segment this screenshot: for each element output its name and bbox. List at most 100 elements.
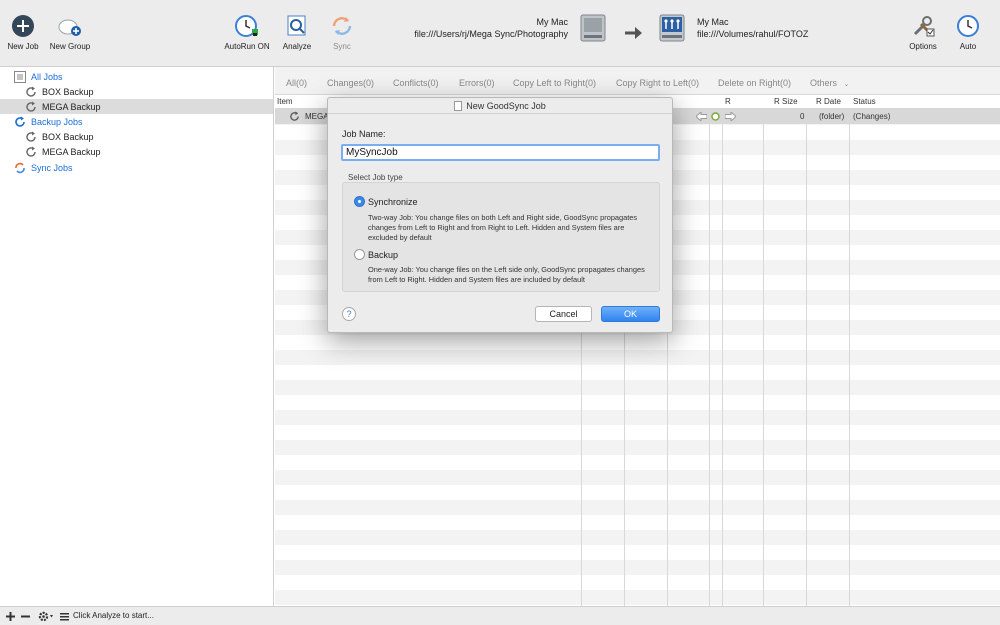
backup-description: One-way Job: You change files on the Lef… [368, 265, 645, 284]
column-divider [849, 95, 850, 606]
list-icon [14, 70, 26, 83]
filter-delete-on-right[interactable]: Delete on Right(0) [718, 78, 791, 88]
toolbar: New Job New Group AutoRun ON Analyze Syn… [0, 0, 1000, 67]
backup-option[interactable]: Backup [354, 249, 398, 260]
sidebar: All Jobs BOX Backup MEGA Backup Backup J… [0, 67, 274, 606]
sync-group-icon [15, 162, 25, 173]
dialog-title: New GoodSync Job [466, 101, 546, 111]
row-r-date: (folder) [819, 112, 845, 121]
gear-icon[interactable] [38, 611, 55, 622]
sidebar-item-label: MEGA Backup [42, 146, 101, 157]
sidebar-item-box-backup[interactable]: BOX Backup [0, 84, 273, 99]
column-header-r-size[interactable]: R Size [774, 97, 798, 106]
row-status: (Changes) [853, 112, 891, 121]
sync-button[interactable]: Sync [312, 14, 372, 51]
sidebar-item-label: BOX Backup [42, 86, 94, 97]
arrow-left-icon [696, 112, 707, 121]
row-item-name: MEGA [305, 112, 329, 121]
right-path-title: My Mac [697, 17, 729, 27]
refresh-icon [26, 131, 36, 142]
column-divider [763, 95, 764, 606]
filter-others-label: Others [810, 78, 838, 88]
sidebar-item-label: BOX Backup [42, 131, 94, 142]
status-circle-icon [711, 112, 720, 121]
backup-group-icon [15, 116, 25, 127]
filter-copy-left-to-right[interactable]: Copy Left to Right(0) [513, 78, 596, 88]
sync-label: Sync [333, 42, 351, 51]
new-group-label: New Group [49, 42, 91, 51]
right-path-block: My Mac file:///Volumes/rahul/FOTOZ [697, 16, 808, 40]
filter-conflicts[interactable]: Conflicts(0) [393, 78, 439, 88]
filter-copy-right-to-left[interactable]: Copy Right to Left(0) [616, 78, 699, 88]
backup-radio[interactable] [354, 249, 365, 260]
refresh-icon [26, 146, 36, 157]
column-header-item[interactable]: Item [277, 97, 293, 106]
refresh-icon [26, 86, 36, 97]
menu-icon[interactable] [59, 611, 70, 622]
job-name-input[interactable] [341, 144, 660, 161]
column-header-r[interactable]: R [725, 97, 731, 106]
ok-button[interactable]: OK [601, 306, 660, 322]
new-job-dialog: New GoodSync Job Job Name: Select Job ty… [327, 97, 673, 333]
filter-all[interactable]: All(0) [286, 78, 307, 88]
filter-errors[interactable]: Errors(0) [459, 78, 495, 88]
column-divider [722, 95, 723, 606]
left-path-title: My Mac [536, 17, 569, 27]
hard-drive-icon[interactable] [579, 13, 607, 43]
refresh-icon [290, 111, 299, 121]
arrow-right-icon [725, 112, 736, 121]
dialog-title-bar: New GoodSync Job [328, 98, 672, 114]
row-r-size: 0 [800, 112, 805, 121]
help-button[interactable]: ? [342, 307, 356, 321]
sidebar-item-backup-jobs[interactable]: Backup Jobs [0, 114, 273, 129]
sidebar-item-sync-jobs[interactable]: Sync Jobs [0, 160, 273, 175]
analyze-label: Analyze [282, 42, 312, 51]
synchronize-description: Two-way Job: You change files on both Le… [368, 213, 638, 242]
auto-label: Auto [959, 42, 977, 51]
filter-bar: All(0) Changes(0) Conflicts(0) Errors(0)… [275, 67, 1000, 95]
column-divider [709, 95, 710, 606]
column-divider [806, 95, 807, 606]
network-drive-icon[interactable] [658, 13, 686, 43]
left-path-block: My Mac file:///Users/rj/Mega Sync/Photog… [414, 16, 568, 40]
document-icon [454, 101, 463, 111]
auto-button[interactable]: Auto [938, 14, 998, 51]
autorun-label: AutoRun ON [224, 42, 270, 51]
minus-icon[interactable] [20, 611, 31, 622]
status-text: Click Analyze to start... [73, 611, 154, 620]
select-job-type-label: Select Job type [348, 173, 403, 182]
column-header-r-date[interactable]: R Date [816, 97, 841, 106]
sidebar-item-mega-backup[interactable]: MEGA Backup [0, 99, 273, 114]
synchronize-label: Synchronize [368, 196, 418, 207]
refresh-icon [26, 101, 36, 112]
arrow-right-icon [625, 27, 642, 39]
new-group-icon [58, 19, 81, 36]
status-bar: Click Analyze to start... [0, 606, 1000, 625]
tools-icon [913, 16, 935, 37]
sidebar-item-all-jobs[interactable]: All Jobs [0, 69, 273, 84]
auto-clock-icon [957, 15, 979, 37]
analyze-icon [287, 15, 306, 36]
sync-icon [332, 17, 352, 35]
synchronize-option[interactable]: Synchronize [354, 196, 418, 207]
new-job-label: New Job [7, 42, 39, 51]
new-group-button[interactable]: New Group [40, 14, 100, 51]
plus-icon[interactable] [5, 611, 16, 622]
filter-others[interactable]: Others ⌄ [810, 78, 849, 88]
sidebar-item-label: Backup Jobs [31, 116, 83, 127]
cancel-button[interactable]: Cancel [535, 306, 592, 322]
column-header-status[interactable]: Status [853, 97, 876, 106]
options-label: Options [909, 42, 937, 51]
sidebar-item-label: All Jobs [31, 71, 63, 82]
right-path-url: file:///Volumes/rahul/FOTOZ [697, 29, 809, 39]
sidebar-item-label: MEGA Backup [42, 101, 101, 112]
left-path-url: file:///Users/rj/Mega Sync/Photography [414, 29, 568, 39]
sidebar-item-mega-backup-2[interactable]: MEGA Backup [0, 144, 273, 159]
backup-label: Backup [368, 249, 399, 260]
chevron-down-icon: ⌄ [843, 81, 850, 88]
filter-changes[interactable]: Changes(0) [327, 78, 374, 88]
sidebar-item-label: Sync Jobs [31, 162, 73, 173]
synchronize-radio[interactable] [354, 196, 365, 207]
job-type-group: Synchronize Two-way Job: You change file… [342, 182, 660, 292]
sidebar-item-box-backup-2[interactable]: BOX Backup [0, 129, 273, 144]
